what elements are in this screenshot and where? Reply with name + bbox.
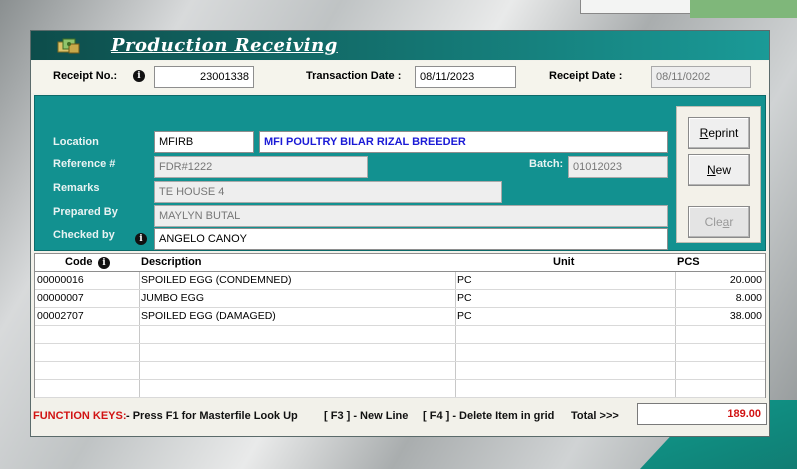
receipt-date-field: 08/11/0202 — [651, 66, 751, 88]
cell-unit[interactable]: PC — [457, 272, 472, 289]
info-icon[interactable]: i — [135, 233, 147, 245]
info-icon[interactable]: i — [98, 257, 110, 269]
column-header-code[interactable]: Code — [65, 254, 93, 271]
window-title: Production Receiving — [111, 35, 338, 56]
checked-by-field[interactable]: ANGELO CANOY — [154, 228, 668, 250]
receipt-date-label: Receipt Date : — [549, 70, 623, 82]
cell-code[interactable]: 00002707 — [37, 308, 84, 325]
location-label: Location — [53, 136, 99, 148]
column-header-unit[interactable]: Unit — [553, 254, 574, 271]
table-row[interactable]: 00002707 SPOILED EGG (DAMAGED) PC 38.000 — [35, 308, 765, 326]
prepared-by-field: MAYLYN BUTAL — [154, 205, 668, 227]
transaction-date-field[interactable]: 08/11/2023 — [415, 66, 516, 88]
receipt-no-label: Receipt No.: — [53, 70, 118, 82]
table-row[interactable]: 00000016 SPOILED EGG (CONDEMNED) PC 20.0… — [35, 272, 765, 290]
batch-label: Batch: — [529, 158, 564, 170]
table-row-empty[interactable] — [35, 326, 765, 344]
cell-code[interactable]: 00000007 — [37, 290, 84, 307]
transaction-date-label: Transaction Date : — [306, 70, 402, 82]
location-code-field[interactable]: MFIRB — [154, 131, 254, 153]
cell-pcs[interactable]: 38.000 — [730, 308, 762, 325]
hint-f1: - Press F1 for Masterfile Look Up — [126, 410, 298, 422]
action-buttons: Reprint New Clear — [676, 106, 761, 243]
cell-pcs[interactable]: 8.000 — [736, 290, 762, 307]
total-label: Total >>> — [571, 410, 619, 422]
header-panel: Location MFIRB MFI POULTRY BILAR RIZAL B… — [34, 95, 766, 251]
function-keys-label: FUNCTION KEYS: — [33, 410, 127, 422]
batch-field[interactable]: 01012023 — [568, 156, 668, 178]
new-button[interactable]: New — [688, 154, 750, 186]
cell-pcs[interactable]: 20.000 — [730, 272, 762, 289]
grid-header: Code i Description Unit PCS — [35, 254, 765, 272]
table-row-empty[interactable] — [35, 344, 765, 362]
cell-unit[interactable]: PC — [457, 290, 472, 307]
table-row-empty[interactable] — [35, 380, 765, 398]
reference-label: Reference # — [53, 158, 116, 170]
table-row-empty[interactable] — [35, 362, 765, 380]
info-icon[interactable]: i — [133, 70, 145, 82]
hint-f4: [ F4 ] - Delete Item in grid — [423, 410, 555, 422]
receipt-no-field[interactable]: 23001338 — [154, 66, 254, 88]
remarks-field[interactable]: TE HOUSE 4 — [154, 181, 502, 203]
hint-f3: [ F3 ] - New Line — [324, 410, 409, 422]
cell-description[interactable]: SPOILED EGG (DAMAGED) — [141, 308, 276, 325]
title-bar: Production Receiving — [31, 31, 769, 60]
remarks-label: Remarks — [53, 182, 100, 194]
table-row[interactable]: 00000007 JUMBO EGG PC 8.000 — [35, 290, 765, 308]
background-green-band — [690, 0, 797, 18]
column-header-pcs[interactable]: PCS — [677, 254, 700, 271]
clear-button[interactable]: Clear — [688, 206, 750, 238]
items-grid[interactable]: Code i Description Unit PCS 00000016 SPO… — [34, 253, 766, 398]
total-field: 189.00 — [637, 403, 767, 425]
footer-bar: FUNCTION KEYS: - Press F1 for Masterfile… — [31, 399, 769, 435]
cell-description[interactable]: SPOILED EGG (CONDEMNED) — [141, 272, 292, 289]
cell-description[interactable]: JUMBO EGG — [141, 290, 204, 307]
cell-code[interactable]: 00000016 — [37, 272, 84, 289]
cell-unit[interactable]: PC — [457, 308, 472, 325]
reprint-button[interactable]: Reprint — [688, 117, 750, 149]
column-header-description[interactable]: Description — [141, 254, 202, 271]
receipt-bar: Receipt No.: i 23001338 Transaction Date… — [31, 61, 769, 93]
prepared-by-label: Prepared By — [53, 206, 118, 218]
location-name-field: MFI POULTRY BILAR RIZAL BREEDER — [259, 131, 668, 153]
production-receiving-window: Production Receiving Receipt No.: i 2300… — [30, 30, 770, 437]
money-icon — [57, 38, 80, 54]
checked-by-label: Checked by — [53, 229, 115, 241]
reference-field[interactable]: FDR#1222 — [154, 156, 368, 178]
